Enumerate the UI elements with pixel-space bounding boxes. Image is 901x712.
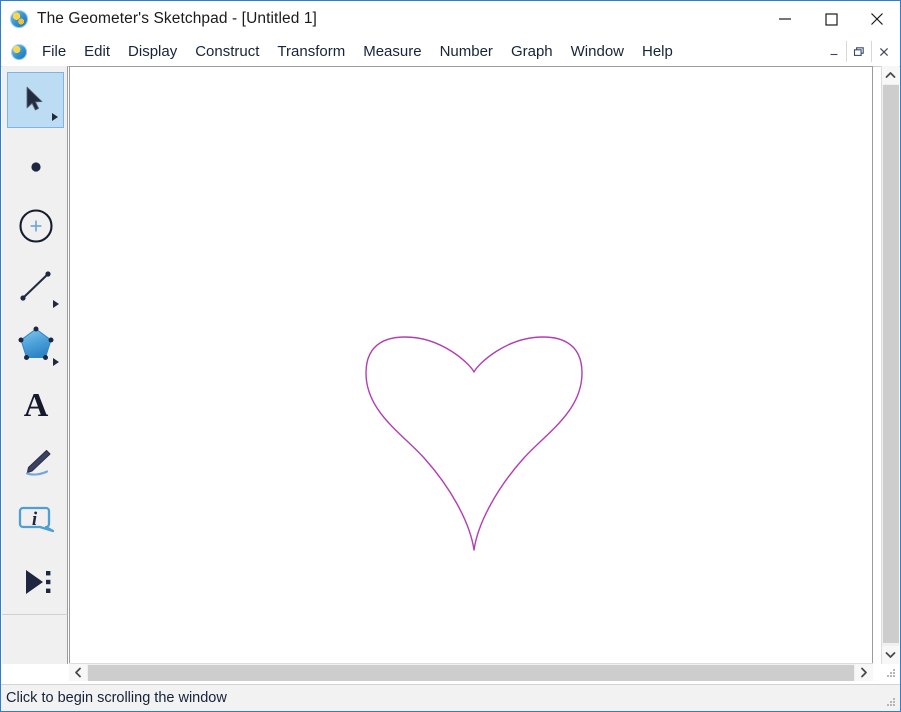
document-globe-icon[interactable] — [11, 44, 27, 60]
tool-flyout-arrow-icon[interactable] — [53, 300, 59, 308]
sketch-canvas[interactable] — [69, 66, 873, 664]
document-restore-icon[interactable] — [846, 41, 871, 62]
vertical-scrollbar[interactable] — [881, 66, 899, 664]
information-tool[interactable]: i — [7, 494, 64, 550]
minimize-icon[interactable] — [762, 1, 808, 37]
straightedge-tool[interactable] — [7, 258, 64, 314]
menu-item-graph[interactable]: Graph — [502, 40, 562, 64]
menu-item-edit[interactable]: Edit — [75, 40, 119, 64]
maximize-icon[interactable] — [808, 1, 854, 37]
marker-pen-icon — [14, 440, 58, 484]
menu-item-transform[interactable]: Transform — [268, 40, 354, 64]
window-controls — [762, 1, 900, 37]
toolbox-footer — [2, 614, 68, 664]
heart-curve[interactable] — [366, 337, 582, 550]
chevron-down-icon[interactable] — [882, 646, 899, 664]
chevron-right-icon[interactable] — [855, 664, 873, 681]
segment-line-icon — [14, 264, 58, 308]
menu-item-file[interactable]: File — [33, 40, 75, 64]
marker-tool[interactable] — [7, 434, 64, 490]
sketch-drawing-surface[interactable] — [70, 67, 872, 663]
application-window: The Geometer's Sketchpad - [Untitled 1] — [0, 0, 901, 712]
menu-item-help[interactable]: Help — [633, 40, 682, 64]
compass-circle-tool[interactable] — [7, 198, 64, 254]
status-message: Click to begin scrolling the window — [6, 690, 227, 706]
document-minimize-icon[interactable] — [822, 41, 846, 62]
status-bar: Click to begin scrolling the window — [1, 684, 900, 711]
document-resize-grip[interactable] — [884, 666, 898, 680]
tool-flyout-arrow-icon[interactable] — [53, 358, 59, 366]
menu-item-window[interactable]: Window — [562, 40, 633, 64]
arrow-select-tool[interactable] — [7, 72, 64, 128]
chevron-up-icon[interactable] — [882, 66, 899, 84]
custom-tool[interactable] — [7, 554, 64, 610]
text-a-icon: A — [14, 382, 58, 426]
close-icon[interactable] — [854, 1, 900, 37]
information-balloon-icon: i — [13, 499, 59, 545]
horizontal-scrollbar[interactable] — [69, 663, 873, 681]
menu-item-measure[interactable]: Measure — [354, 40, 430, 64]
horizontal-scrollbar-thumb[interactable] — [88, 665, 854, 681]
tool-flyout-arrow-icon[interactable] — [52, 113, 58, 121]
chevron-left-icon[interactable] — [69, 664, 87, 681]
menu-item-display[interactable]: Display — [119, 40, 186, 64]
point-tool[interactable] — [7, 138, 64, 194]
point-icon — [16, 146, 56, 186]
menu-bar: File Edit Display Construct Transform Me… — [1, 37, 900, 67]
toolbox-panel: A i — [2, 66, 68, 614]
document-close-icon[interactable] — [871, 41, 896, 62]
window-title: The Geometer's Sketchpad - [Untitled 1] — [37, 10, 317, 28]
sketchpad-globe-icon — [10, 10, 28, 28]
circle-compass-icon — [14, 204, 58, 248]
text-tool[interactable]: A — [7, 376, 64, 432]
title-bar: The Geometer's Sketchpad - [Untitled 1] — [1, 1, 900, 37]
svg-text:A: A — [23, 387, 48, 424]
polygon-tool[interactable] — [7, 316, 64, 372]
menu-item-number[interactable]: Number — [431, 40, 502, 64]
polygon-icon — [13, 321, 59, 367]
window-resize-grip[interactable] — [884, 695, 898, 709]
play-more-icon — [14, 560, 58, 604]
vertical-scrollbar-thumb[interactable] — [883, 85, 899, 643]
svg-text:i: i — [31, 509, 37, 530]
document-window-controls — [822, 37, 896, 66]
arrow-cursor-icon — [16, 80, 56, 120]
menu-item-construct[interactable]: Construct — [186, 40, 268, 64]
